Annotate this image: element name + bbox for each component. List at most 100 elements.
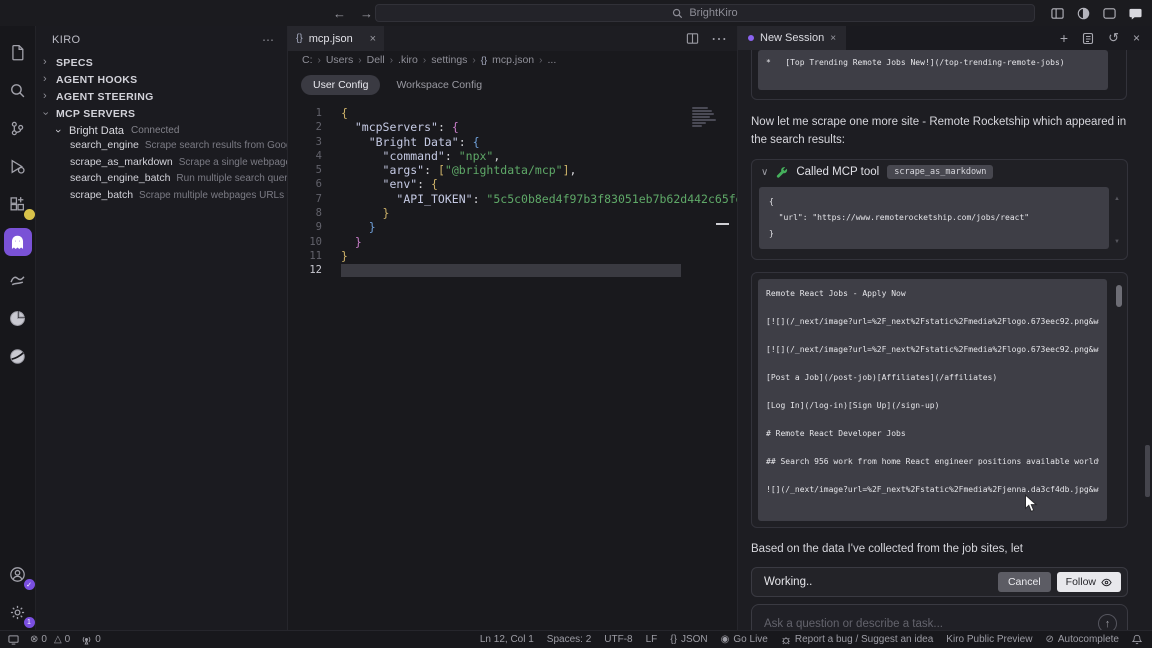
chat-scrollbar-thumb[interactable] <box>1145 445 1150 497</box>
search-sidebar-icon[interactable] <box>4 76 32 104</box>
line-number: 2 <box>288 120 322 134</box>
close-panel-icon[interactable]: × <box>1133 31 1140 45</box>
current-line-selection <box>341 264 681 277</box>
remote-indicator-icon[interactable] <box>8 634 19 645</box>
line-content: "command": "npx", <box>322 149 500 163</box>
customize-layout-icon[interactable] <box>1051 7 1064 20</box>
mcp-tool-search-engine-batch[interactable]: search_engine_batchRun multiple search q… <box>36 172 287 189</box>
slash-icon: ⊘ <box>1045 634 1053 645</box>
status-ln-12-col-1[interactable]: Ln 12, Col 1 <box>480 634 534 645</box>
editor-tab-bar: {} mcp.json × ⋯ <box>288 26 737 51</box>
problems-indicator[interactable]: ⊗0 △0 <box>30 634 70 645</box>
breadcrumb-item[interactable]: mcp.json <box>492 54 534 66</box>
tab-workspace-config[interactable]: Workspace Config <box>396 79 482 91</box>
nav-forward-icon[interactable]: → <box>360 6 373 21</box>
chevron-icon: › <box>43 91 56 102</box>
ports-icon <box>81 635 92 645</box>
breadcrumb-separator-icon: › <box>472 55 475 66</box>
tab-close-icon[interactable]: × <box>370 33 376 45</box>
breadcrumb-item[interactable]: ... <box>547 54 556 66</box>
status-json[interactable]: {}JSON <box>670 634 707 645</box>
errors-icon: ⊗ <box>30 634 38 645</box>
result-line: ## Search 956 work from home React engin… <box>766 456 1099 484</box>
ports-indicator[interactable]: 0 <box>81 634 101 645</box>
config-scope-tabs: User Config Workspace Config <box>288 69 737 101</box>
tab-user-config[interactable]: User Config <box>301 75 380 95</box>
result-scrollbar-thumb[interactable] <box>1116 285 1122 307</box>
line-content: } <box>322 249 348 263</box>
status-kiro-public-preview[interactable]: Kiro Public Preview <box>946 634 1032 645</box>
hooks-wave-icon[interactable] <box>4 266 32 294</box>
chat-tab-close-icon[interactable]: × <box>830 33 836 44</box>
status-spaces-2[interactable]: Spaces: 2 <box>547 634 591 645</box>
status-lf[interactable]: LF <box>646 634 658 645</box>
kiro-agent-icon[interactable] <box>4 228 32 256</box>
tab-mcp-json[interactable]: {} mcp.json × <box>288 26 384 51</box>
breadcrumb-item[interactable]: .kiro <box>398 54 418 66</box>
new-chat-icon[interactable]: + <box>1060 30 1068 46</box>
account-badge: ✓ <box>24 579 35 590</box>
cancel-button[interactable]: Cancel <box>998 572 1051 592</box>
mcp-tool-search-engine[interactable]: search_engineScrape search results from … <box>36 139 287 156</box>
extensions-icon[interactable] <box>4 190 32 218</box>
run-debug-icon[interactable] <box>4 152 32 180</box>
mcp-tool-scrape-batch[interactable]: scrape_batchScrape multiple webpages URL… <box>36 189 287 206</box>
mcp-server-bright-data[interactable]: ›Bright DataConnected <box>36 122 287 139</box>
server-name: Bright Data <box>69 125 124 137</box>
deploy-orbit-icon[interactable] <box>4 342 32 370</box>
breadcrumb-item[interactable]: Users <box>326 54 353 66</box>
kiro-ide-window: ← → BrightKiro ✓ 1 <box>0 0 1152 648</box>
minimap[interactable] <box>690 101 737 630</box>
result-line: [![](/_next/image?url=%2F_next%2Fstatic%… <box>766 344 1099 372</box>
tab-new-session[interactable]: New Session × <box>738 26 846 50</box>
chat-input[interactable] <box>764 618 1098 630</box>
split-editor-icon[interactable] <box>686 32 699 45</box>
breadcrumb-item[interactable]: C: <box>302 54 313 66</box>
mcp-tool-call-card: ∨ Called MCP tool scrape_as_markdown { "… <box>751 159 1128 260</box>
status-autocomplete[interactable]: ⊘Autocomplete <box>1045 634 1119 645</box>
follow-button[interactable]: Follow <box>1057 572 1121 592</box>
line-content <box>322 263 681 277</box>
sidebar-more-icon[interactable]: ⋯ <box>262 33 275 47</box>
chat-bubble-icon[interactable] <box>1129 7 1142 20</box>
status-go-live[interactable]: ◉Go Live <box>721 634 768 645</box>
breadcrumb-separator-icon: › <box>423 55 426 66</box>
tool-call-header[interactable]: ∨ Called MCP tool scrape_as_markdown <box>752 160 1127 185</box>
status-label: UTF-8 <box>604 634 632 645</box>
send-button[interactable]: ↑ <box>1098 614 1117 630</box>
mcp-tool-scrape-as-markdown[interactable]: scrape_as_markdownScrape a single webpag… <box>36 156 287 173</box>
sidebar-section-specs[interactable]: ›SPECS <box>36 54 287 71</box>
sidebar-section-mcp-servers[interactable]: ›MCP SERVERS <box>36 105 287 122</box>
code-editor[interactable]: 1{2 "mcpServers": {3 "Bright Data": {4 "… <box>288 101 737 630</box>
account-icon[interactable]: ✓ <box>4 560 32 588</box>
minimap-marks <box>692 107 716 128</box>
status-report-a-bug-suggest-an-idea[interactable]: Report a bug / Suggest an idea <box>781 634 933 645</box>
history-icon[interactable]: ↺ <box>1108 30 1119 46</box>
editor-more-icon[interactable]: ⋯ <box>711 29 727 49</box>
sidebar-section-agent-steering[interactable]: ›AGENT STEERING <box>36 88 287 105</box>
nav-back-icon[interactable]: ← <box>333 6 346 21</box>
send-arrow-icon: ↑ <box>1105 618 1111 630</box>
activity-bar: ✓ 1 <box>0 26 36 630</box>
breadcrumb-separator-icon: › <box>318 55 321 66</box>
section-label: MCP SERVERS <box>56 108 135 120</box>
settings-gear-icon[interactable]: 1 <box>4 598 32 626</box>
status-utf-8[interactable]: UTF-8 <box>604 634 632 645</box>
breadcrumb-item[interactable]: settings <box>431 54 467 66</box>
line-content: "Bright Data": { <box>322 135 480 149</box>
toggle-panel-icon[interactable] <box>1077 7 1090 20</box>
toggle-bottom-panel-icon[interactable] <box>1103 7 1116 20</box>
notifications-bell-icon[interactable] <box>1132 634 1142 645</box>
section-label: SPECS <box>56 57 93 69</box>
sidebar-section-agent-hooks[interactable]: ›AGENT HOOKS <box>36 71 287 88</box>
line-content: "env": { <box>322 177 438 191</box>
chat-scroll-area[interactable]: * [Top Trending Remote Jobs New!](/top-t… <box>738 50 1152 630</box>
session-list-icon[interactable] <box>1082 32 1094 45</box>
breadcrumb[interactable]: C:›Users›Dell›.kiro›settings›{}mcp.json›… <box>288 51 737 69</box>
breadcrumb-item[interactable]: Dell <box>367 54 385 66</box>
tool-result-markdown[interactable]: Remote React Jobs - Apply Now[![](/_next… <box>758 279 1107 521</box>
usage-pie-icon[interactable] <box>4 304 32 332</box>
explorer-icon[interactable] <box>4 38 32 66</box>
command-center-search[interactable]: BrightKiro <box>375 4 1035 22</box>
source-control-icon[interactable] <box>4 114 32 142</box>
